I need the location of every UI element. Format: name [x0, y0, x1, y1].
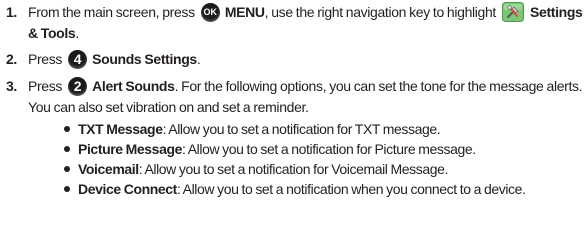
- bullet-icon: [64, 125, 70, 132]
- step-number: 1.: [6, 4, 17, 20]
- key-2-icon: 2: [68, 76, 88, 96]
- alert-sounds-label: Alert Sounds: [92, 78, 175, 95]
- option-description: : Allow you to set a notification for Vo…: [138, 160, 449, 177]
- option-name: Picture Message: [78, 140, 182, 157]
- key-4-icon: 4: [68, 50, 88, 70]
- option-description: : Allow you to set a notification for Pi…: [182, 140, 476, 157]
- sounds-settings-label: Sounds Settings: [92, 51, 197, 68]
- step-number: 3.: [6, 78, 17, 95]
- option-description: : Allow you to set a notification for TX…: [162, 120, 441, 137]
- bullet-icon: [64, 165, 70, 172]
- step-text: , use the right navigation key to highli…: [264, 4, 497, 20]
- list-item: TXT Message: Allow you to set a notifica…: [64, 119, 585, 139]
- bullet-icon: [64, 185, 70, 192]
- list-item: Voicemail: Allow you to set a notificati…: [64, 159, 585, 179]
- step-text: From the main screen, press: [28, 4, 195, 20]
- step-text: Press: [28, 51, 63, 68]
- ok-key-icon: OK: [200, 2, 220, 22]
- step-1: 1. From the main screen, press OK MENU, …: [0, 2, 585, 43]
- step-2: 2. Press 4 Sounds Settings.: [0, 49, 585, 70]
- step-text: .: [75, 25, 79, 42]
- list-item: Device Connect: Allow you to set a notif…: [64, 179, 585, 199]
- step-text: Press: [28, 78, 63, 95]
- step-text: .: [196, 51, 201, 68]
- step-3: 3. Press 2 Alert Sounds. For the followi…: [0, 76, 585, 199]
- option-name: Device Connect: [78, 180, 177, 197]
- option-name: TXT Message: [78, 120, 163, 137]
- alert-options-list: TXT Message: Allow you to set a notifica…: [28, 119, 585, 199]
- menu-label: MENU: [224, 4, 265, 20]
- bullet-icon: [64, 145, 70, 152]
- option-description: : Allow you to set a notification when y…: [176, 180, 526, 197]
- option-name: Voicemail: [78, 160, 139, 177]
- step-number: 2.: [6, 51, 17, 68]
- settings-tools-icon: [501, 2, 524, 23]
- list-item: Picture Message: Allow you to set a noti…: [64, 139, 585, 159]
- instruction-document: 1. From the main screen, press OK MENU, …: [0, 2, 585, 205]
